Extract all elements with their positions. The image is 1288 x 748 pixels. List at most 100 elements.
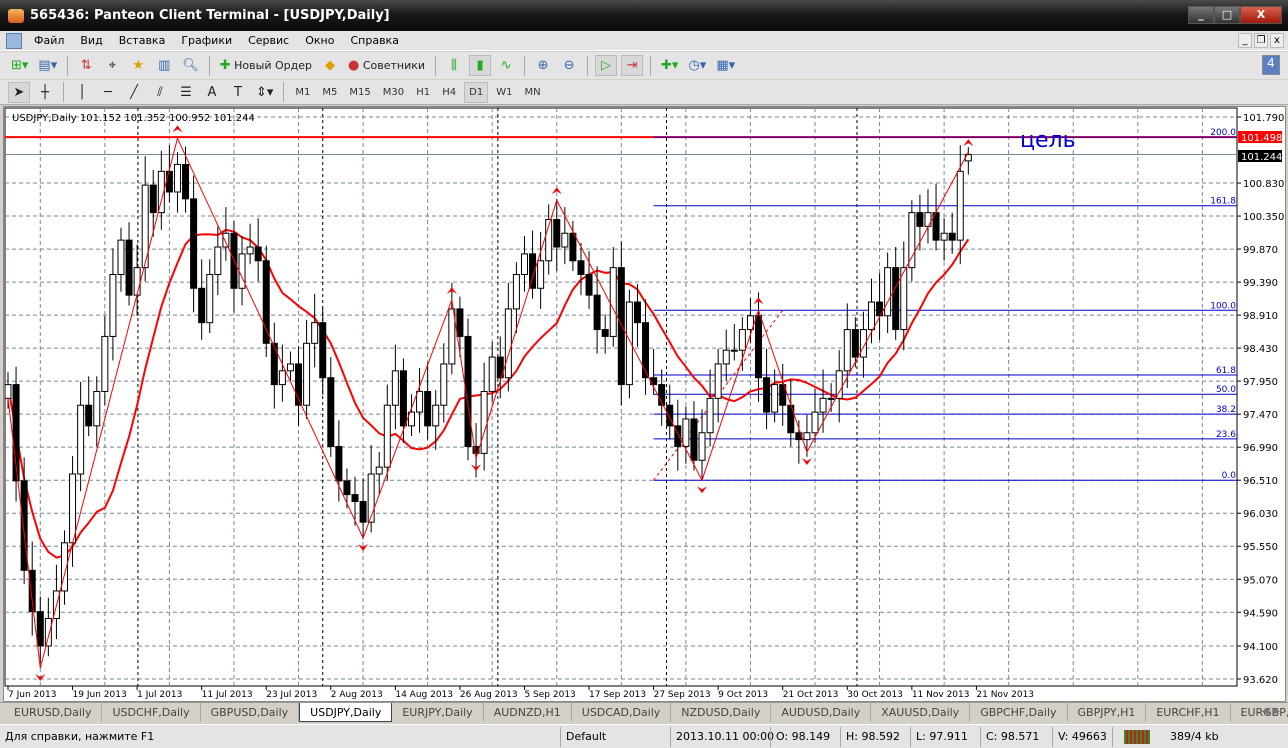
alert-button[interactable]: ◆ bbox=[319, 55, 341, 76]
mdi-minimize-button[interactable]: _ bbox=[1238, 33, 1252, 48]
candle-body bbox=[884, 267, 892, 317]
y-tick-label: 97.470 bbox=[1243, 410, 1278, 421]
candle-body bbox=[222, 232, 230, 248]
target-annotation: цель bbox=[1020, 128, 1076, 153]
candle-body bbox=[133, 267, 141, 296]
menu-view[interactable]: Вид bbox=[72, 34, 110, 47]
warning-icon: ◆ bbox=[324, 58, 335, 73]
zoom-in-icon: ⊕ bbox=[537, 58, 549, 73]
chart-header: USDJPY,Daily 101.152 101.352 100.952 101… bbox=[12, 113, 255, 124]
text-icon: A bbox=[207, 84, 217, 100]
text-label-tool[interactable]: T bbox=[227, 82, 249, 103]
experts-button[interactable]: ● Советники bbox=[345, 55, 428, 76]
candle-body bbox=[20, 480, 28, 571]
candle-body bbox=[440, 363, 448, 406]
timeframe-m30[interactable]: M30 bbox=[379, 82, 408, 103]
fibonacci-tool[interactable]: ☰ bbox=[175, 82, 197, 103]
bar-chart-icon: ⫼ bbox=[451, 58, 457, 73]
crosshair-tool[interactable]: ┼ bbox=[34, 82, 56, 103]
timeframe-d1[interactable]: D1 bbox=[464, 81, 489, 103]
terminal-button[interactable]: ▥ bbox=[153, 55, 175, 76]
maximize-button[interactable]: □ bbox=[1214, 6, 1240, 24]
candle-body bbox=[109, 274, 117, 337]
chart-tab[interactable]: USDJPY,Daily bbox=[299, 703, 393, 722]
timeframe-h1[interactable]: H1 bbox=[412, 82, 434, 103]
cursor-tool[interactable]: ➤ bbox=[8, 81, 30, 103]
indicators-button[interactable]: ✚▾ bbox=[658, 55, 681, 76]
horizontal-line-tool[interactable]: ─ bbox=[97, 82, 119, 103]
menu-tools[interactable]: Сервис bbox=[240, 34, 297, 47]
chart-tab[interactable]: AUDUSD,Daily bbox=[771, 703, 872, 722]
chart-shift-button[interactable]: ⇥ bbox=[621, 55, 644, 76]
candlestick-button[interactable]: ▮ bbox=[469, 55, 492, 76]
candle-body bbox=[569, 232, 577, 262]
timeframe-m15[interactable]: M15 bbox=[345, 82, 374, 103]
close-button[interactable]: X bbox=[1240, 6, 1282, 24]
status-profile[interactable]: Default bbox=[560, 726, 670, 747]
zoom-out-button[interactable]: ⊖ bbox=[558, 55, 580, 76]
menu-file[interactable]: Файл bbox=[26, 34, 72, 47]
notifications-badge[interactable]: 4 bbox=[1262, 55, 1280, 75]
connection-status[interactable]: 389/4 kb bbox=[1112, 726, 1224, 747]
chart-tab[interactable]: XAUUSD,Daily bbox=[871, 703, 971, 722]
timeframe-w1[interactable]: W1 bbox=[492, 82, 516, 103]
tab-scroll-arrows[interactable]: ◀ ▶ bbox=[1261, 706, 1280, 717]
bar-chart-button[interactable]: ⫼ bbox=[443, 55, 465, 76]
timeframe-m5[interactable]: M5 bbox=[318, 82, 341, 103]
y-tick-label: 94.590 bbox=[1243, 608, 1278, 619]
chart-tab[interactable]: EURUSD,Daily bbox=[4, 703, 103, 722]
menu-help[interactable]: Справка bbox=[342, 34, 406, 47]
chart-tab[interactable]: EURJPY,Daily bbox=[392, 703, 484, 722]
timeframe-m1[interactable]: M1 bbox=[291, 82, 314, 103]
fib-level-label: 50.0 bbox=[1216, 385, 1236, 395]
x-tick-label: 21 Nov 2013 bbox=[976, 690, 1034, 700]
equidistant-channel-tool[interactable]: ⫽ bbox=[149, 82, 171, 103]
chart-tab[interactable]: AUDNZD,H1 bbox=[484, 703, 572, 722]
candle-body bbox=[940, 232, 948, 241]
chart-tab[interactable]: USDCAD,Daily bbox=[572, 703, 672, 722]
trendline-tool[interactable]: ╱ bbox=[123, 82, 145, 103]
data-window-button[interactable]: ⌖ bbox=[101, 55, 123, 76]
add-indicator-icon: ✚▾ bbox=[661, 58, 679, 73]
market-watch-button[interactable]: ⇅ bbox=[75, 55, 97, 76]
menu-window[interactable]: Окно bbox=[297, 34, 342, 47]
line-chart-button[interactable]: ∿ bbox=[495, 55, 517, 76]
mdi-close-button[interactable]: x bbox=[1270, 33, 1284, 48]
auto-scroll-button[interactable]: ▷ bbox=[595, 55, 618, 76]
chart-tab[interactable]: EURCHF,H1 bbox=[1146, 703, 1231, 722]
periods-button[interactable]: ◷▾ bbox=[685, 55, 709, 76]
status-bar: Для справки, нажмите F1 Default 2013.10.… bbox=[0, 724, 1288, 748]
chart-tab[interactable]: GBPUSD,Daily bbox=[201, 703, 300, 722]
candle-body bbox=[101, 335, 109, 392]
x-tick-label: 11 Jul 2013 bbox=[202, 690, 253, 700]
line-chart-icon: ∿ bbox=[500, 58, 512, 73]
vertical-line-tool[interactable]: │ bbox=[71, 82, 93, 103]
menu-insert[interactable]: Вставка bbox=[111, 34, 174, 47]
candle-body bbox=[69, 473, 77, 544]
chart-tab[interactable]: GBPJPY,H1 bbox=[1068, 703, 1147, 722]
minimize-button[interactable]: _ bbox=[1188, 6, 1214, 24]
mdi-restore-button[interactable]: ❐ bbox=[1254, 33, 1268, 48]
timeframe-mn[interactable]: MN bbox=[520, 82, 544, 103]
timeframe-h4[interactable]: H4 bbox=[438, 82, 460, 103]
navigator-button[interactable]: ★ bbox=[127, 55, 149, 76]
navigator-star-icon: ★ bbox=[132, 58, 145, 73]
y-tick-label: 96.990 bbox=[1243, 443, 1278, 454]
new-order-button[interactable]: ✚ Новый Ордер bbox=[217, 55, 315, 76]
menu-charts[interactable]: Графики bbox=[173, 34, 240, 47]
y-tick-label: 93.620 bbox=[1243, 675, 1278, 686]
profiles-button[interactable]: ▤▾ bbox=[35, 55, 60, 76]
chart-tab[interactable]: NZDUSD,Daily bbox=[671, 703, 772, 722]
zoom-in-button[interactable]: ⊕ bbox=[532, 55, 554, 76]
chart-tab[interactable]: USDCHF,Daily bbox=[102, 703, 201, 722]
templates-button[interactable]: ▦▾ bbox=[713, 55, 738, 76]
new-chart-button[interactable]: ⊞▾ bbox=[8, 55, 31, 76]
chart-tab[interactable]: GBPCHF,Daily bbox=[970, 703, 1068, 722]
candle-body bbox=[609, 267, 617, 337]
x-tick-label: 21 Oct 2013 bbox=[783, 690, 839, 700]
text-tool[interactable]: A bbox=[201, 82, 223, 103]
arrows-tool[interactable]: ⇕▾ bbox=[253, 82, 276, 103]
price-chart[interactable]: 200.0 161.8 100.0 61.8 50.0 38.2 23.6 0.0 101.7… bbox=[0, 106, 1288, 702]
tester-button[interactable]: 🔍︎ bbox=[179, 55, 202, 76]
candle-body bbox=[948, 232, 956, 241]
